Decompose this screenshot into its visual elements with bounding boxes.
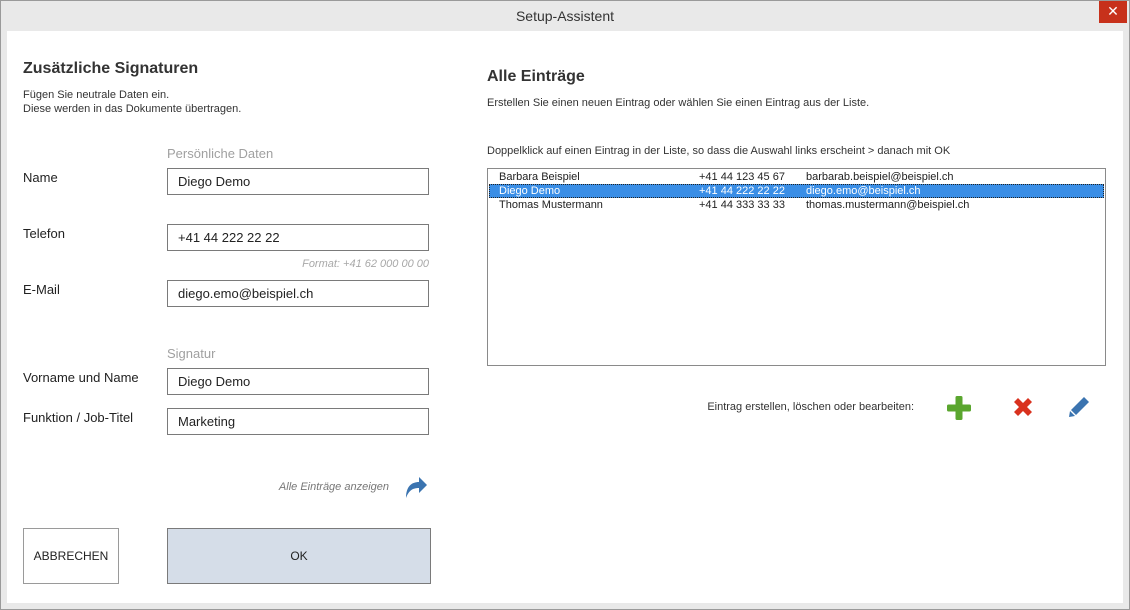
entry-name: Thomas Mustermann (499, 199, 603, 211)
entry-phone: +41 44 333 33 33 (699, 199, 785, 211)
window-frame-left (1, 31, 7, 609)
window-frame-bottom (1, 603, 1129, 609)
phone-input[interactable]: +41 44 222 22 22 (167, 224, 429, 251)
entry-email: thomas.mustermann@beispiel.ch (806, 199, 970, 211)
signatures-intro-line1: Fügen Sie neutrale Daten ein. (23, 89, 170, 101)
close-button[interactable]: ✕ (1099, 1, 1127, 23)
list-item[interactable]: Barbara Beispiel +41 44 123 45 67 barbar… (489, 170, 1104, 184)
email-input[interactable]: diego.emo@beispiel.ch (167, 280, 429, 307)
name-label: Name (23, 170, 58, 185)
forward-arrow-icon[interactable] (401, 472, 429, 500)
all-entries-heading: Alle Einträge (487, 68, 585, 85)
cancel-button[interactable]: ABBRECHEN (23, 528, 119, 584)
entry-actions-label: Eintrag erstellen, löschen oder bearbeit… (707, 401, 914, 413)
function-label: Funktion / Job-Titel (23, 410, 134, 425)
all-entries-intro: Erstellen Sie einen neuen Eintrag oder w… (487, 97, 870, 109)
list-item-selected[interactable]: Diego Demo +41 44 222 22 22 diego.emo@be… (489, 184, 1104, 198)
entry-email: barbarab.beispiel@beispiel.ch (806, 171, 954, 183)
list-instruction: Doppelklick auf einen Eintrag in der Lis… (487, 145, 951, 157)
entries-list[interactable]: Barbara Beispiel +41 44 123 45 67 barbar… (487, 168, 1106, 366)
entry-email: diego.emo@beispiel.ch (806, 185, 921, 197)
email-label: E-Mail (23, 282, 60, 297)
title-bar[interactable]: Setup-Assistent ✕ (1, 1, 1129, 31)
setup-wizard-window: Setup-Assistent ✕ Zusätzliche Signaturen… (0, 0, 1130, 610)
name-input[interactable]: Diego Demo (167, 168, 429, 195)
add-entry-icon[interactable] (946, 395, 972, 421)
fullname-input[interactable]: Diego Demo (167, 368, 429, 395)
edit-entry-icon[interactable] (1067, 395, 1091, 419)
ok-button[interactable]: OK (167, 528, 431, 584)
signatures-heading: Zusätzliche Signaturen (23, 60, 199, 77)
phone-label: Telefon (23, 226, 65, 241)
entry-name: Diego Demo (499, 185, 561, 197)
entry-name: Barbara Beispiel (499, 171, 580, 183)
signature-section-label: Signatur (167, 346, 216, 361)
delete-entry-icon[interactable] (1011, 395, 1035, 419)
entry-phone: +41 44 222 22 22 (699, 185, 785, 197)
list-item[interactable]: Thomas Mustermann +41 44 333 33 33 thoma… (489, 198, 1104, 212)
entry-phone: +41 44 123 45 67 (699, 171, 785, 183)
phone-format-hint: Format: +41 62 000 00 00 (302, 258, 429, 270)
window-title: Setup-Assistent (515, 8, 615, 24)
fullname-label: Vorname und Name (23, 370, 139, 385)
function-input[interactable]: Marketing (167, 408, 429, 435)
show-all-entries-link[interactable]: Alle Einträge anzeigen (167, 481, 389, 493)
signatures-intro-line2: Diese werden in das Dokumente übertragen… (23, 103, 242, 115)
window-frame-right (1123, 31, 1129, 609)
personal-data-section-label: Persönliche Daten (167, 146, 274, 161)
